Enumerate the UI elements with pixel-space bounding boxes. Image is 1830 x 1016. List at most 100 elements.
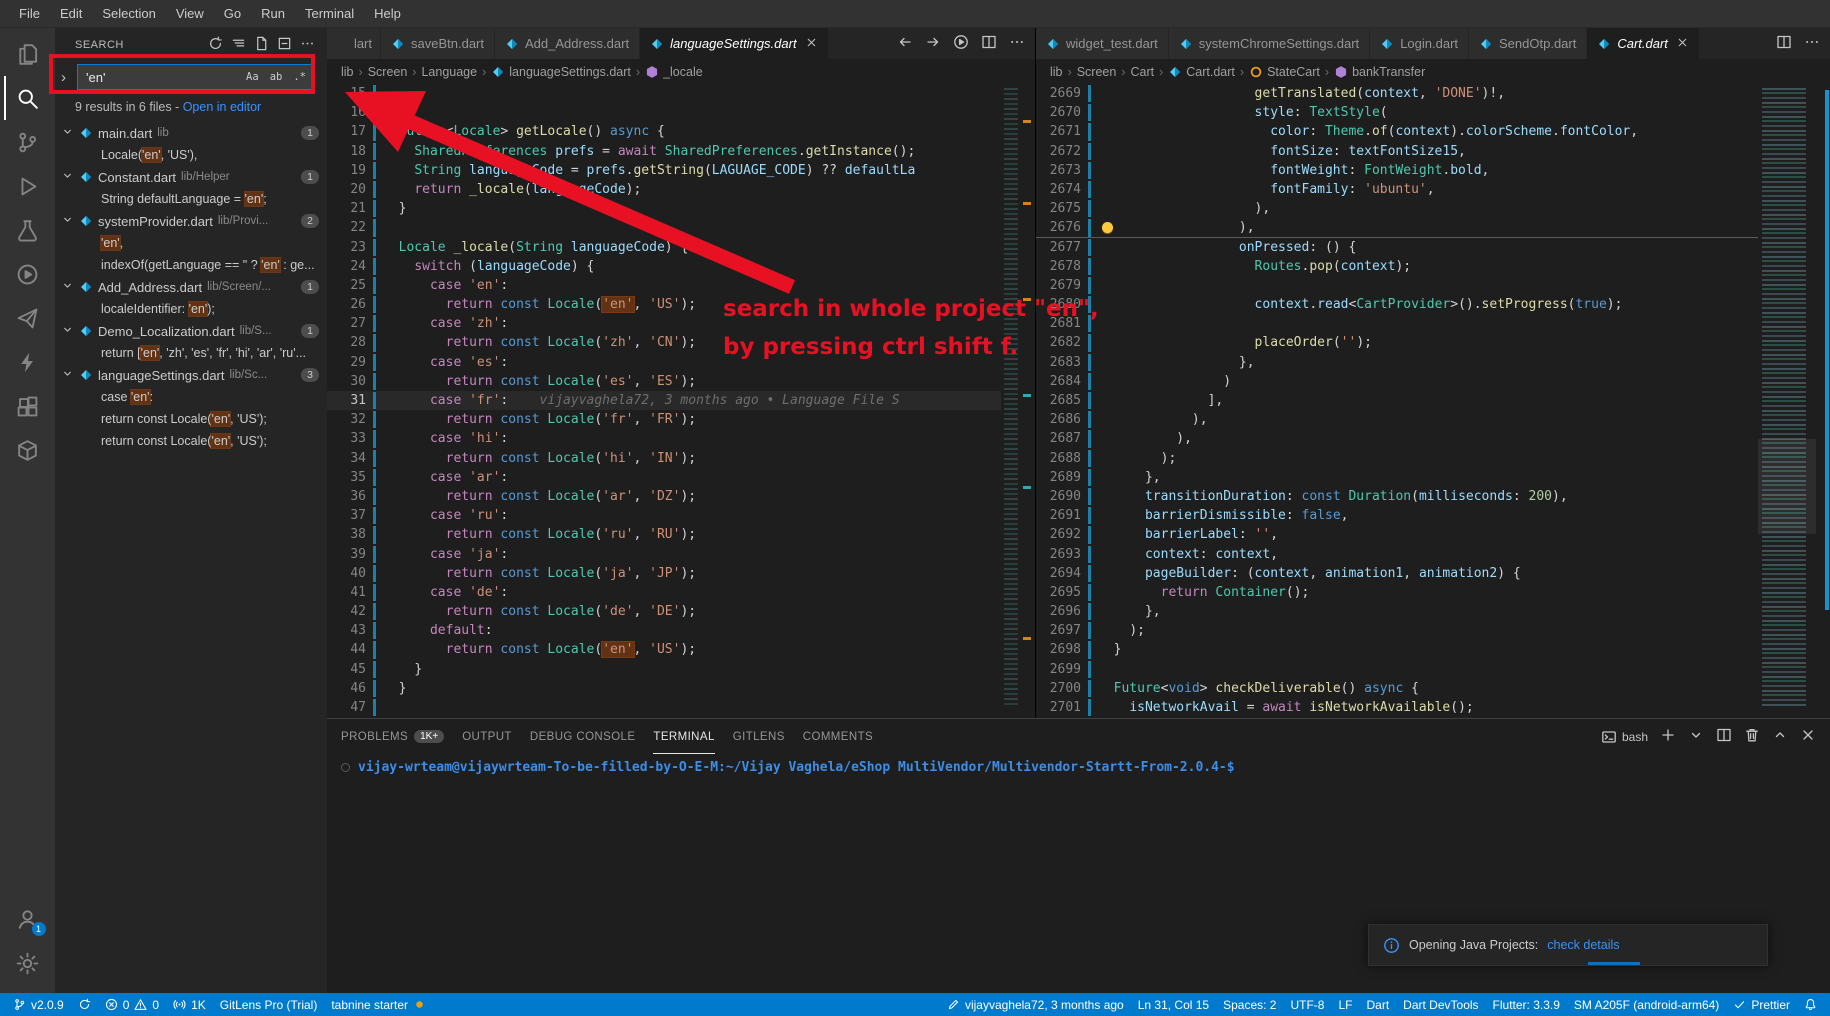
- code-line[interactable]: 23 Locale _locale(String languageCode) {: [327, 238, 1001, 257]
- code-line[interactable]: 2674 fontFamily: 'ubuntu',: [1036, 180, 1758, 199]
- collapse-all-button[interactable]: [277, 36, 292, 54]
- notification-link[interactable]: check details: [1547, 938, 1619, 952]
- code-line[interactable]: 2673 fontWeight: FontWeight.bold,: [1036, 161, 1758, 180]
- code-line[interactable]: 44 return const Locale('en', 'US');: [327, 640, 1001, 659]
- code-line[interactable]: 2696 },: [1036, 602, 1758, 621]
- code-line[interactable]: 2679: [1036, 276, 1758, 295]
- search-match-row[interactable]: return const Locale('en', 'US');: [55, 430, 327, 452]
- tab-lart[interactable]: lart: [327, 28, 381, 59]
- code-line[interactable]: 2692 barrierLabel: '',: [1036, 525, 1758, 544]
- code-line[interactable]: 45 }: [327, 660, 1001, 679]
- status-prettier[interactable]: Prettier: [1726, 993, 1797, 1016]
- status-eol[interactable]: LF: [1331, 993, 1359, 1016]
- code-line[interactable]: 2686 ),: [1036, 410, 1758, 429]
- search-result-file[interactable]: Constant.dartlib/Helper1: [55, 166, 327, 188]
- code-line[interactable]: 47: [327, 698, 1001, 717]
- panel-tab-output[interactable]: OUTPUT: [462, 719, 512, 754]
- status-dart-devtools[interactable]: Dart DevTools: [1396, 993, 1485, 1016]
- add-button[interactable]: [1660, 727, 1676, 746]
- code-line[interactable]: 2675 ),: [1036, 199, 1758, 218]
- run-button[interactable]: [953, 34, 969, 53]
- code-line[interactable]: 36 return const Locale('ar', 'DZ');: [327, 487, 1001, 506]
- code-line[interactable]: 2678 Routes.pop(context);: [1036, 257, 1758, 276]
- code-line[interactable]: 2698 }: [1036, 640, 1758, 659]
- tab-systemChromeSettings.dart[interactable]: systemChromeSettings.dart: [1169, 28, 1370, 59]
- code-line[interactable]: 2700 Future<void> checkDeliverable() asy…: [1036, 679, 1758, 698]
- panel-tab-gitlens[interactable]: GITLENS: [733, 719, 785, 754]
- search-result-file[interactable]: Demo_Localization.dartlib/S...1: [55, 320, 327, 342]
- breadcrumb-item[interactable]: _locale: [645, 65, 703, 79]
- code-line[interactable]: 46 }: [327, 679, 1001, 698]
- breadcrumb-item[interactable]: Language: [421, 65, 477, 79]
- search-result-file[interactable]: systemProvider.dartlib/Provi...2: [55, 210, 327, 232]
- code-line[interactable]: 2701 isNetworkAvail = await isNetworkAva…: [1036, 698, 1758, 717]
- status-version[interactable]: v2.0.9: [6, 993, 71, 1016]
- code-line[interactable]: 43 default:: [327, 621, 1001, 640]
- code-line[interactable]: 21 }: [327, 199, 1001, 218]
- search-result-file[interactable]: main.dartlib1: [55, 122, 327, 144]
- code-line[interactable]: 34 return const Locale('hi', 'IN');: [327, 449, 1001, 468]
- more-button[interactable]: [1804, 34, 1820, 53]
- panel-tab-problems[interactable]: PROBLEMS1K+: [341, 719, 444, 754]
- whole-word-toggle[interactable]: ab: [266, 69, 287, 85]
- tab-Login.dart[interactable]: Login.dart: [1370, 28, 1469, 59]
- breadcrumb-item[interactable]: languageSettings.dart: [491, 65, 631, 79]
- code-line[interactable]: 35 case 'ar':: [327, 468, 1001, 487]
- activity-thunder-client[interactable]: [4, 340, 52, 384]
- code-line[interactable]: 2697 );: [1036, 621, 1758, 640]
- status-flutter-version[interactable]: Flutter: 3.3.9: [1486, 993, 1567, 1016]
- code-line[interactable]: 29 case 'es':: [327, 353, 1001, 372]
- code-line[interactable]: 40 return const Locale('ja', 'JP');: [327, 564, 1001, 583]
- code-line[interactable]: 2694 pageBuilder: (context, animation1, …: [1036, 564, 1758, 583]
- status-indentation[interactable]: Spaces: 2: [1216, 993, 1283, 1016]
- code-line[interactable]: 2681: [1036, 314, 1758, 333]
- code-line[interactable]: 2676 ),: [1036, 218, 1758, 237]
- activity-account[interactable]: 1: [4, 897, 52, 941]
- code-line[interactable]: 33 case 'hi':: [327, 429, 1001, 448]
- activity-send[interactable]: [4, 296, 52, 340]
- search-match-row[interactable]: localeIdentifier: 'en');: [55, 298, 327, 320]
- more-button[interactable]: [1009, 34, 1025, 53]
- code-line[interactable]: 2693 context: context,: [1036, 545, 1758, 564]
- tab-saveBtn.dart[interactable]: saveBtn.dart: [381, 28, 495, 59]
- breadcrumb-item[interactable]: lib: [1050, 65, 1063, 79]
- status-cursor-position[interactable]: Ln 31, Col 15: [1131, 993, 1216, 1016]
- breadcrumb-item[interactable]: Cart.dart: [1168, 65, 1235, 79]
- more-button[interactable]: [300, 36, 315, 54]
- code-line[interactable]: 2689 },: [1036, 468, 1758, 487]
- close-icon[interactable]: [805, 36, 818, 52]
- activity-project-manager[interactable]: [4, 428, 52, 472]
- status-git-blame[interactable]: vijayvaghela72, 3 months ago: [940, 993, 1131, 1016]
- code-line[interactable]: 19 String languageCode = prefs.getString…: [327, 161, 1001, 180]
- status-device[interactable]: SM A205F (android-arm64): [1567, 993, 1726, 1016]
- status-gitlens[interactable]: GitLens Pro (Trial): [213, 993, 325, 1016]
- tab-languageSettings.dart[interactable]: languageSettings.dart: [640, 28, 828, 59]
- code-line[interactable]: 22: [327, 218, 1001, 237]
- code-line[interactable]: 2672 fontSize: textFontSize15,: [1036, 142, 1758, 161]
- activity-run-debug[interactable]: [4, 164, 52, 208]
- code-line[interactable]: 15: [327, 84, 1001, 103]
- open-in-editor-link[interactable]: Open in editor: [183, 100, 262, 114]
- close-button[interactable]: [1800, 727, 1816, 746]
- code-line[interactable]: 2690 transitionDuration: const Duration(…: [1036, 487, 1758, 506]
- code-line[interactable]: 2682 placeOrder('');: [1036, 333, 1758, 352]
- status-problems[interactable]: 00: [98, 993, 166, 1016]
- toggle-replace-chevron[interactable]: ›: [61, 69, 75, 86]
- code-line[interactable]: 2684 ): [1036, 372, 1758, 391]
- code-line[interactable]: 18 SharedPreferences prefs = await Share…: [327, 142, 1001, 161]
- search-result-file[interactable]: languageSettings.dartlib/Sc...3: [55, 364, 327, 386]
- search-result-file[interactable]: Add_Address.dartlib/Screen/...1: [55, 276, 327, 298]
- code-line[interactable]: 37 case 'ru':: [327, 506, 1001, 525]
- code-line[interactable]: 39 case 'ja':: [327, 545, 1001, 564]
- code-line[interactable]: 2677 onPressed: () {: [1036, 238, 1758, 257]
- forward-button[interactable]: [925, 34, 941, 53]
- search-match-row[interactable]: Locale('en', 'US'),: [55, 144, 327, 166]
- split-editor-button[interactable]: [1716, 727, 1732, 746]
- code-line[interactable]: 2685 ],: [1036, 391, 1758, 410]
- match-case-toggle[interactable]: Aa: [242, 69, 263, 85]
- code-line[interactable]: 41 case 'de':: [327, 583, 1001, 602]
- menu-go[interactable]: Go: [215, 3, 250, 24]
- code-line[interactable]: 2687 ),: [1036, 429, 1758, 448]
- search-input[interactable]: 'en' Aaab.*: [77, 64, 315, 90]
- back-button[interactable]: [897, 34, 913, 53]
